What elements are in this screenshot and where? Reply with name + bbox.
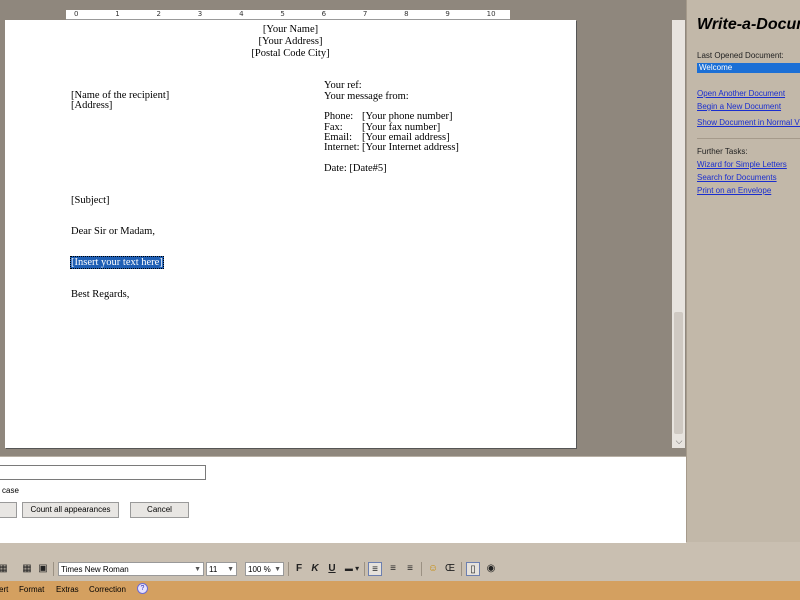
last-opened-document[interactable]: Welcome — [697, 63, 800, 73]
align-center-button[interactable]: ≡ — [386, 562, 400, 576]
match-case-label: case — [2, 486, 19, 495]
insert-icon[interactable]: ▦ — [0, 562, 10, 576]
smiley-icon[interactable]: ☺ — [426, 562, 440, 576]
font-name-value: Times New Roman — [61, 565, 129, 574]
italic-button[interactable]: K — [308, 562, 322, 576]
find-button[interactable] — [0, 502, 17, 518]
further-tasks-label: Further Tasks: — [697, 147, 748, 156]
toolbar-separator — [421, 562, 422, 576]
phone-line: Phone: [Your phone number] — [324, 111, 453, 122]
last-opened-label: Last Opened Document: — [697, 51, 784, 60]
font-size-select[interactable]: 11 ▼ — [206, 562, 237, 576]
internet-line: Internet: [Your Internet address] — [324, 142, 459, 153]
toolbar-separator — [53, 562, 54, 576]
your-ref: Your ref: — [324, 80, 362, 91]
count-all-button[interactable]: Count all appearances — [22, 502, 119, 518]
image-icon[interactable]: ▣ — [36, 562, 50, 576]
zoom-select[interactable]: 100 % ▼ — [245, 562, 284, 576]
toolbar-separator — [461, 562, 462, 576]
letter-subject: [Subject] — [71, 195, 110, 206]
font-name-select[interactable]: Times New Roman ▼ — [58, 562, 204, 576]
font-size-value: 11 — [209, 565, 218, 574]
align-left-button[interactable]: ≡ — [368, 562, 382, 576]
ruler-tick-label: 9 — [445, 10, 450, 18]
ruler-tick-label: 5 — [280, 10, 285, 18]
more-formatting-button[interactable]: ▬ ▾ — [342, 562, 362, 576]
menu-extras[interactable]: Extras — [56, 585, 79, 594]
chevron-down-icon: ▼ — [274, 566, 281, 573]
preview-icon[interactable]: ◉ — [484, 562, 498, 576]
page-view-icon[interactable]: ▯ — [466, 562, 480, 576]
internet-value: [Your Internet address] — [362, 142, 459, 153]
horizontal-ruler[interactable]: 012345678910111213141516 — [66, 10, 510, 20]
zoom-value: 100 % — [248, 565, 271, 574]
chevron-down-icon: ▼ — [194, 566, 201, 573]
ruler-tick-label: 1 — [115, 10, 120, 18]
phone-label: Phone: — [324, 111, 354, 122]
ruler-tick-label: 4 — [239, 10, 244, 18]
recipient-address: [Address] — [71, 100, 113, 111]
menu-correction[interactable]: Correction — [89, 585, 126, 594]
document-page[interactable]: [Your Name] [Your Address] [Postal Code … — [5, 20, 576, 448]
scroll-down-icon[interactable]: ⌵ — [673, 435, 685, 447]
panel-divider — [697, 138, 800, 139]
panel-title: Write-a-Docum — [697, 16, 800, 33]
toolbar-separator — [288, 562, 289, 576]
letter-salutation: Dear Sir or Madam, — [71, 226, 155, 237]
ruler-tick-label: 8 — [404, 10, 409, 18]
sender-name: [Your Name] — [262, 24, 319, 35]
underline-button[interactable]: U — [325, 562, 339, 576]
sender-address: [Your Address] — [258, 36, 323, 47]
open-another-document-link[interactable]: Open Another Document — [697, 89, 785, 98]
menu-format[interactable]: Format — [19, 585, 44, 594]
search-documents-link[interactable]: Search for Documents — [697, 173, 777, 182]
ruler-tick-label: 7 — [362, 10, 368, 18]
letter-date: Date: [Date#5] — [324, 163, 387, 174]
scrollbar-thumb[interactable] — [674, 312, 683, 434]
body-text-placeholder[interactable]: [Insert your text here] — [70, 256, 164, 269]
ruler-tick-label: 2 — [156, 10, 161, 18]
sender-postal-city: [Postal Code City] — [251, 48, 330, 59]
align-right-button[interactable]: ≡ — [403, 562, 417, 576]
print-envelope-link[interactable]: Print on an Envelope — [697, 186, 771, 195]
table-icon[interactable]: ▦ — [20, 562, 34, 576]
ruler-tick-label: 10 — [486, 10, 496, 18]
your-message-from: Your message from: — [324, 91, 409, 102]
chevron-down-icon: ▼ — [227, 566, 234, 573]
show-normal-view-link[interactable]: Show Document in Normal Vie — [697, 118, 800, 127]
bold-button[interactable]: F — [292, 562, 306, 576]
begin-new-document-link[interactable]: Begin a New Document — [697, 102, 781, 111]
help-icon[interactable]: ? — [137, 583, 148, 594]
ruler-tick-label: 3 — [197, 10, 203, 18]
cancel-button[interactable]: Cancel — [130, 502, 189, 518]
letter-closing: Best Regards, — [71, 289, 130, 300]
search-input[interactable] — [0, 465, 206, 480]
ruler-tick-label: 0 — [74, 10, 79, 18]
selected-text[interactable]: [Insert your text here] — [70, 256, 164, 269]
ruler-tick-label: 6 — [321, 10, 327, 18]
menu-insert[interactable]: ert — [0, 585, 8, 594]
special-character-button[interactable]: Œ — [443, 562, 457, 576]
toolbar-separator — [364, 562, 365, 576]
wizard-simple-letters-link[interactable]: Wizard for Simple Letters — [697, 160, 787, 169]
internet-label: Internet: — [324, 142, 360, 153]
phone-value: [Your phone number] — [362, 111, 453, 122]
task-panel — [686, 0, 800, 542]
